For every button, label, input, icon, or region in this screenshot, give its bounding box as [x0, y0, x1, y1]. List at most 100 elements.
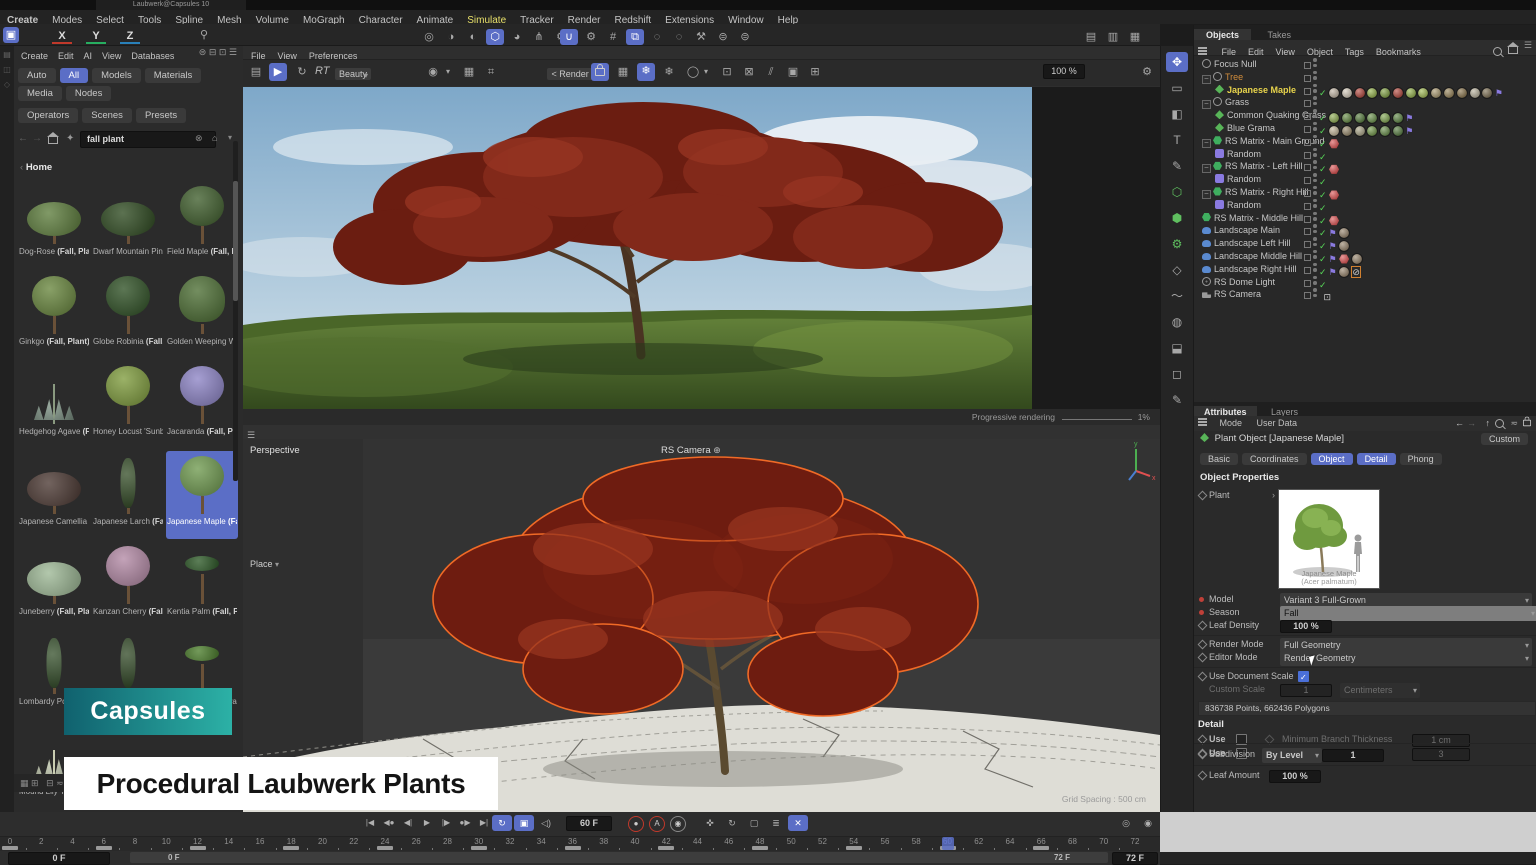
clear-search-icon[interactable]: ⊗ — [195, 133, 203, 144]
object-row-tree[interactable]: –Tree — [1194, 71, 1536, 84]
plant-card-honey-locust-sunbur-[interactable]: Honey Locust 'Sunbur... — [92, 361, 164, 449]
playhead[interactable] — [942, 837, 954, 850]
snap-settings-icon[interactable]: ⚙ — [582, 29, 600, 45]
layer-box-icon[interactable] — [1304, 75, 1311, 82]
plant-card-kentia-palm[interactable]: Kentia Palm (Fall, Plant) — [166, 541, 238, 629]
capsule-settings-icon[interactable]: ⚙ — [1166, 234, 1188, 254]
record-button[interactable]: ● — [628, 816, 644, 832]
preview-range-slider[interactable]: 0 F 72 F — [130, 852, 1108, 863]
compare-circle-icon[interactable]: ◯ — [685, 64, 701, 80]
focus-icon[interactable]: ⊡ — [719, 64, 735, 80]
ring-a-icon[interactable]: ◌ — [648, 29, 666, 45]
ab-tab-operators[interactable]: Operators — [18, 108, 78, 123]
attr-tab-phong[interactable]: Phong — [1400, 453, 1442, 465]
subdivision-surface-icon[interactable]: ◐ — [464, 29, 482, 45]
text-tool-icon[interactable]: T — [1166, 130, 1188, 150]
uds-key-icon[interactable] — [1198, 672, 1208, 682]
object-row-random[interactable]: Random✓ — [1194, 199, 1536, 212]
compare-dropdown-icon[interactable]: ▾ — [701, 64, 711, 80]
modeling-settings-icon[interactable]: ⊜ — [714, 29, 732, 45]
attr-forward-icon[interactable]: → — [1467, 418, 1476, 428]
object-row-rs-matrix-left-hill[interactable]: –RS Matrix - Left Hill✓ — [1194, 160, 1536, 173]
layer-box-icon[interactable] — [1304, 113, 1311, 120]
user-data-menu[interactable]: User Data — [1251, 418, 1304, 428]
capsule-scatter-icon[interactable]: ⬢ — [1166, 208, 1188, 228]
layer-box-icon[interactable] — [1304, 100, 1311, 107]
goto-start-button[interactable]: |◀ — [360, 815, 380, 831]
deformer-icon[interactable]: 〜 — [1166, 286, 1188, 306]
plant-card-juneberry[interactable]: Juneberry (Fall, Plant) — [18, 541, 90, 629]
back-icon[interactable]: ← — [18, 133, 28, 144]
plant-card-ginkgo[interactable]: Ginkgo (Fall, Plant) — [18, 271, 90, 359]
save-all-icon[interactable]: ▦ — [1126, 29, 1144, 45]
visibility-dots[interactable] — [1313, 122, 1317, 133]
character-icon[interactable]: ⋔ — [530, 29, 548, 45]
range-end-field[interactable]: 72 F — [1112, 852, 1158, 865]
cube-icon[interactable]: ⬓ — [1166, 338, 1188, 358]
ring-b-icon[interactable]: ◌ — [670, 29, 688, 45]
plane-icon[interactable]: ◻ — [1166, 364, 1188, 384]
timeline-ruler[interactable]: 0246810121416182022242628303234363840424… — [0, 836, 1160, 851]
subdivision-field[interactable]: 1 — [1322, 749, 1384, 762]
grid-snap-icon[interactable]: # — [604, 29, 622, 45]
record-rotation-icon[interactable]: ↻ — [722, 815, 742, 831]
layer-box-icon[interactable] — [1304, 203, 1311, 210]
viewport-3d[interactable]: ☰ — [243, 425, 1160, 812]
ab-menu-ai[interactable]: AI — [79, 50, 98, 62]
dock-icon[interactable]: ◫ — [0, 59, 14, 74]
next-key-button[interactable]: ●▶ — [455, 815, 475, 831]
preview-range-icon[interactable]: ▣ — [514, 815, 534, 831]
rgb-channel-icon[interactable]: ◉ — [425, 64, 441, 80]
render-mode-key-icon[interactable] — [1198, 640, 1208, 650]
plant-card-japanese-larch[interactable]: Japanese Larch (Fall, Pl... — [92, 451, 164, 539]
attr-tab-detail[interactable]: Detail — [1357, 453, 1396, 465]
goto-end-button[interactable]: ▶| — [474, 815, 494, 831]
dither-icon[interactable]: ▦ — [461, 64, 477, 80]
visibility-dots[interactable] — [1313, 148, 1317, 159]
pin-icon[interactable]: ◇ — [0, 74, 14, 89]
quantize-icon[interactable]: ⧉ — [626, 29, 644, 45]
motion-system-icon[interactable]: ◎ — [1116, 815, 1136, 831]
visibility-dots[interactable] — [1313, 160, 1317, 171]
attr-up-icon[interactable]: ↑ — [1486, 418, 1491, 428]
snowflake-a-icon[interactable]: ❄ — [637, 63, 655, 81]
frame-selection-icon[interactable]: ▭ — [1166, 78, 1188, 98]
expand-icon[interactable]: – — [1202, 139, 1211, 148]
prev-frame-button[interactable]: ◀| — [398, 815, 418, 831]
expand-icon[interactable]: – — [1202, 190, 1211, 199]
expand-icon[interactable]: – — [1202, 164, 1211, 173]
object-row-landscape-middle-hill[interactable]: Landscape Middle Hill✓⚑ — [1194, 250, 1536, 263]
object-row-japanese-maple[interactable]: Japanese Maple✓⚑ — [1194, 84, 1536, 97]
layer-box-icon[interactable] — [1304, 88, 1311, 95]
capsule-plant-icon[interactable]: ⬡ — [1166, 182, 1188, 202]
axis-y-button[interactable]: Y — [86, 30, 106, 44]
volume-icon[interactable]: ◕ — [508, 29, 526, 45]
loop-playback-icon[interactable]: ↻ — [492, 815, 512, 831]
ab-tab-materials[interactable]: Materials — [145, 68, 202, 83]
use-document-scale-checkbox[interactable] — [1298, 671, 1309, 682]
ab-menu-create[interactable]: Create — [16, 50, 53, 62]
leaf-amount-field[interactable]: 100 % — [1269, 770, 1321, 783]
modeling-axis-icon[interactable]: ⊜ — [736, 29, 754, 45]
object-row-landscape-main[interactable]: Landscape Main✓⚑ — [1194, 224, 1536, 237]
favorite-icon[interactable]: ✦ — [66, 133, 74, 144]
asset-scrollbar[interactable] — [233, 141, 238, 481]
layer-box-icon[interactable] — [1304, 126, 1311, 133]
visibility-dots[interactable] — [1313, 263, 1317, 274]
viewport-view-label[interactable]: Perspective — [250, 445, 300, 456]
sphere-icon[interactable]: ◍ — [1166, 312, 1188, 332]
collapse-icon[interactable]: ▤ — [0, 46, 14, 59]
attr-tab-object[interactable]: Object — [1311, 453, 1353, 465]
plant-card-golden-weeping-willo-[interactable]: Golden Weeping Willo... — [166, 271, 238, 359]
expand-icon[interactable]: – — [1202, 75, 1211, 84]
leaf-amount-key-icon[interactable] — [1198, 771, 1208, 781]
solo-animation-icon[interactable]: ◉ — [1138, 815, 1158, 831]
plant-card-dwarf-mountain-pine[interactable]: Dwarf Mountain Pine (... — [92, 181, 164, 269]
autokey-button[interactable]: A — [649, 816, 665, 832]
ab-menu-view[interactable]: View — [97, 50, 126, 62]
plant-expand-icon[interactable]: › — [1272, 489, 1275, 502]
visibility-dots[interactable] — [1313, 84, 1317, 95]
editor-mode-key-icon[interactable] — [1198, 653, 1208, 663]
record-scale-icon[interactable]: ▢ — [744, 815, 764, 831]
forward-icon[interactable]: → — [32, 133, 42, 144]
